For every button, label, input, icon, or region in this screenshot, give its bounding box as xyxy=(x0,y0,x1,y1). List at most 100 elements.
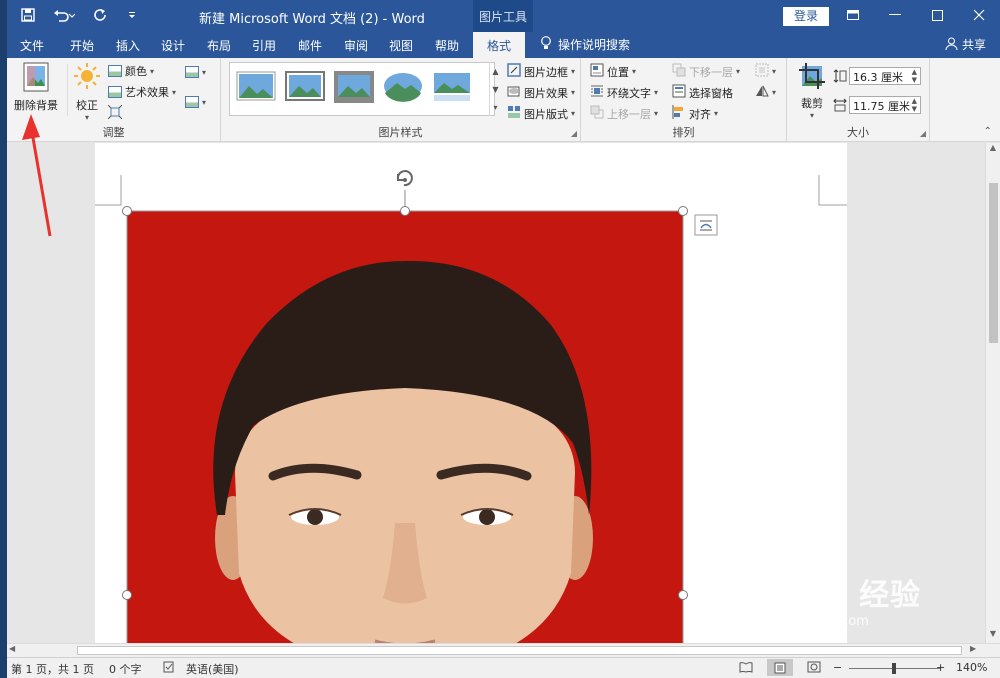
height-spinner[interactable]: 16.3 厘米 ▲ ▼ xyxy=(849,67,921,85)
tab-layout[interactable]: 布局 xyxy=(207,37,231,54)
send-backward-button[interactable]: 下移一层 ▾ xyxy=(672,63,740,80)
remove-background-button[interactable]: 删除背景 xyxy=(10,62,62,113)
compress-pictures-button[interactable] xyxy=(107,104,123,122)
picture-layout-label: 图片版式 xyxy=(524,107,568,121)
collapse-ribbon-icon[interactable]: ⌃ xyxy=(984,126,992,137)
tab-references[interactable]: 引用 xyxy=(252,37,276,54)
tab-review[interactable]: 审阅 xyxy=(344,37,368,54)
resize-handle[interactable] xyxy=(678,206,688,216)
share-button[interactable]: 共享 xyxy=(945,36,986,53)
zoom-slider-thumb[interactable] xyxy=(892,663,896,674)
rotate-button[interactable]: ▾ xyxy=(755,84,776,101)
web-layout-icon[interactable] xyxy=(807,661,821,676)
resize-handle[interactable] xyxy=(678,590,688,600)
width-spinner[interactable]: 11.75 厘米 ▲ ▼ xyxy=(849,96,921,114)
reset-picture-button[interactable]: ▾ xyxy=(185,96,206,108)
position-button[interactable]: 位置 ▾ xyxy=(590,63,636,80)
crop-button[interactable]: 裁剪 ▾ xyxy=(795,62,829,120)
selection-pane-button[interactable]: 选择窗格 xyxy=(672,84,733,101)
dialog-launcher-icon[interactable]: ◢ xyxy=(920,129,926,138)
tab-home[interactable]: 开始 xyxy=(70,37,94,54)
chevron-down-icon: ▾ xyxy=(714,109,719,118)
artistic-effects-icon xyxy=(108,86,122,98)
gallery-more-icon[interactable]: ▾ xyxy=(493,103,497,112)
proofing-icon[interactable] xyxy=(163,661,175,676)
bring-forward-button[interactable]: 上移一层 ▾ xyxy=(590,105,658,122)
rotate-icon xyxy=(755,84,769,101)
tab-help[interactable]: 帮助 xyxy=(435,37,459,54)
tab-view[interactable]: 视图 xyxy=(389,37,413,54)
picture-layout-button[interactable]: 图片版式 ▾ xyxy=(507,105,575,122)
scroll-down-icon[interactable]: ▼ xyxy=(986,629,1000,643)
zoom-level[interactable]: 140% xyxy=(956,661,987,674)
undo-icon[interactable] xyxy=(51,6,77,24)
read-mode-icon[interactable] xyxy=(739,661,753,676)
change-picture-button[interactable]: ▾ xyxy=(185,66,206,78)
artistic-effects-button[interactable]: 艺术效果 ▾ xyxy=(108,84,176,100)
tell-me-search[interactable]: 操作说明搜索 xyxy=(540,36,630,53)
scroll-right-icon[interactable]: ▶ xyxy=(970,644,976,653)
color-button[interactable]: 颜色 ▾ xyxy=(108,63,154,79)
zoom-in-icon[interactable]: + xyxy=(936,661,945,674)
group-objects-button[interactable]: ▾ xyxy=(755,63,776,80)
save-icon[interactable] xyxy=(19,6,37,24)
dialog-launcher-icon[interactable]: ◢ xyxy=(571,129,577,138)
picture-styles-gallery[interactable] xyxy=(229,62,495,116)
rotate-handle-icon[interactable] xyxy=(396,170,413,187)
align-button[interactable]: 对齐 ▾ xyxy=(672,105,718,122)
minimize-icon[interactable] xyxy=(874,0,916,30)
ribbon-display-options-icon[interactable] xyxy=(832,0,874,30)
scroll-thumb[interactable] xyxy=(989,183,998,343)
scroll-left-icon[interactable]: ◀ xyxy=(9,644,15,653)
chevron-down-icon: ▾ xyxy=(571,67,576,76)
scroll-up-icon[interactable]: ▲ xyxy=(986,143,1000,157)
login-button[interactable]: 登录 xyxy=(783,7,829,26)
style-thumbnail[interactable] xyxy=(236,71,276,103)
resize-handle[interactable] xyxy=(122,590,132,600)
picture-layout-icon xyxy=(507,105,521,122)
redo-icon[interactable] xyxy=(91,6,109,24)
style-thumbnail[interactable] xyxy=(334,71,374,103)
chevron-down-icon: ▾ xyxy=(632,67,637,76)
resize-handle[interactable] xyxy=(400,206,410,216)
style-thumbnail[interactable] xyxy=(285,71,325,103)
horizontal-scrollbar[interactable]: ◀ ▶ xyxy=(7,643,1000,657)
style-thumbnail[interactable] xyxy=(383,71,423,103)
tab-insert[interactable]: 插入 xyxy=(116,37,140,54)
gallery-scroll[interactable]: ▲ ▼ ▾ xyxy=(489,62,501,116)
chevron-down-icon: ▾ xyxy=(809,111,814,120)
spinner-arrows-icon[interactable]: ▲ ▼ xyxy=(912,97,917,113)
style-thumbnail[interactable] xyxy=(432,71,472,103)
picture-border-button[interactable]: 图片边框 ▾ xyxy=(507,63,575,80)
document-area xyxy=(7,143,985,643)
maximize-icon[interactable] xyxy=(916,0,958,30)
remove-background-icon xyxy=(23,62,49,95)
vertical-scrollbar[interactable]: ▲ ▼ xyxy=(985,143,1000,643)
language-indicator[interactable]: 英语(美国) xyxy=(186,661,239,677)
selected-photo[interactable] xyxy=(127,211,683,643)
picture-effects-button[interactable]: 图片效果 ▾ xyxy=(507,84,575,101)
sun-icon xyxy=(73,62,101,93)
zoom-out-icon[interactable]: − xyxy=(833,661,842,674)
watermark: Bai du 经验 jingyan.baidu.com xyxy=(735,570,921,629)
adjust-group-label: 调整 xyxy=(102,126,125,139)
gallery-down-icon[interactable]: ▼ xyxy=(492,85,498,94)
layout-options-icon[interactable] xyxy=(694,214,718,236)
group-objects-icon xyxy=(755,63,769,80)
send-backward-label: 下移一层 xyxy=(689,65,733,79)
spinner-arrows-icon[interactable]: ▲ ▼ xyxy=(912,68,917,84)
print-layout-icon[interactable] xyxy=(767,659,793,676)
wrap-text-button[interactable]: 环绕文字 ▾ xyxy=(590,84,658,101)
tab-format[interactable]: 格式 xyxy=(473,32,526,58)
gallery-up-icon[interactable]: ▲ xyxy=(492,67,498,76)
page-count[interactable]: 第 1 页，共 1 页 xyxy=(11,661,94,677)
resize-handle[interactable] xyxy=(122,206,132,216)
tab-design[interactable]: 设计 xyxy=(161,37,185,54)
word-count[interactable]: 0 个字 xyxy=(109,661,142,677)
hscroll-thumb[interactable] xyxy=(77,646,962,655)
close-icon[interactable] xyxy=(958,0,1000,30)
customize-qat-icon[interactable] xyxy=(123,6,141,24)
corrections-button[interactable]: 校正 ▾ xyxy=(71,62,103,122)
tab-mailings[interactable]: 邮件 xyxy=(298,37,322,54)
tab-file[interactable]: 文件 xyxy=(20,37,44,54)
